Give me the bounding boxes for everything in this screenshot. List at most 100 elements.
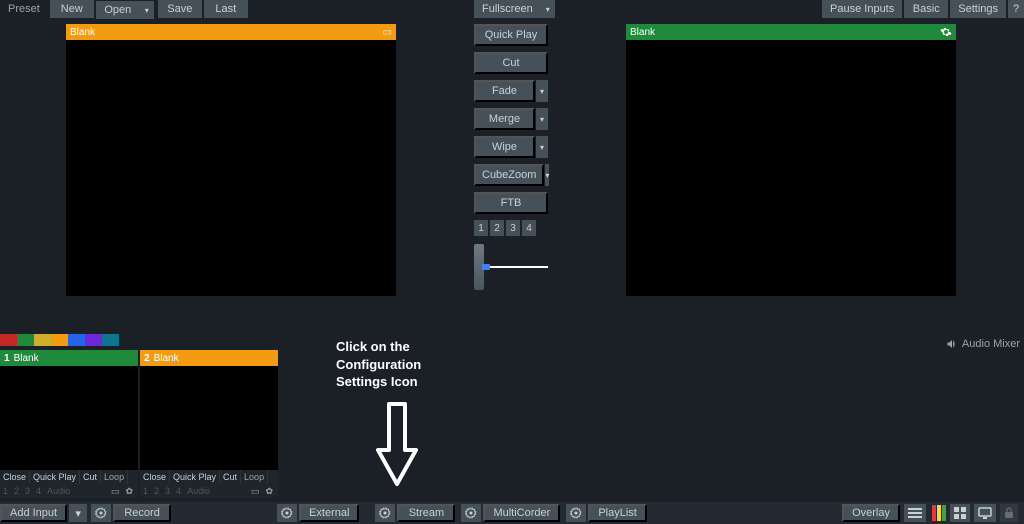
swatch-blue[interactable] xyxy=(68,334,85,346)
input-1-ov3[interactable]: 3 xyxy=(22,484,33,498)
lock-icon[interactable] xyxy=(1000,504,1018,522)
input-2: 2 Blank Close Quick Play Cut Loop 1 2 3 4… xyxy=(140,350,278,498)
open-dropdown[interactable]: ▾ xyxy=(140,1,154,19)
fade-dropdown[interactable]: ▾ xyxy=(536,80,548,102)
audio-meter xyxy=(932,505,946,521)
merge-button[interactable]: Merge xyxy=(474,108,535,130)
settings-gear-1[interactable] xyxy=(91,504,111,522)
swatch-teal[interactable] xyxy=(102,334,119,346)
input-1-ov1[interactable]: 1 xyxy=(0,484,11,498)
input-2-thumbnail[interactable] xyxy=(140,366,278,470)
program-video[interactable] xyxy=(626,40,956,296)
program-title: Blank xyxy=(630,27,940,38)
cubezoom-dropdown[interactable]: ▾ xyxy=(545,164,549,186)
input-2-audio[interactable]: Audio xyxy=(184,484,213,498)
input-2-name: Blank xyxy=(154,353,179,364)
input-1-name: Blank xyxy=(14,353,39,364)
stream-button[interactable]: Stream xyxy=(397,504,455,522)
input-1-audio[interactable]: Audio xyxy=(44,484,73,498)
swatch-purple[interactable] xyxy=(85,334,102,346)
list-icon[interactable] xyxy=(904,504,926,522)
ftb-button[interactable]: FTB xyxy=(474,192,548,214)
preview-video[interactable] xyxy=(66,40,396,296)
input-1-number: 1 xyxy=(4,353,10,364)
fullscreen-button[interactable]: Fullscreen xyxy=(474,0,541,18)
help-button[interactable]: ? xyxy=(1008,0,1024,18)
input-2-quickplay[interactable]: Quick Play xyxy=(170,470,220,484)
input-2-number: 2 xyxy=(144,353,150,364)
external-button[interactable]: External xyxy=(299,504,359,522)
program-gear-icon[interactable] xyxy=(940,26,952,38)
stream-gear-icon[interactable] xyxy=(375,504,395,522)
input-2-ov1[interactable]: 1 xyxy=(140,484,151,498)
input-1-ov4[interactable]: 4 xyxy=(33,484,44,498)
last-button[interactable]: Last xyxy=(204,0,248,18)
open-button[interactable]: Open xyxy=(96,1,140,19)
playlist-button[interactable]: PlayList xyxy=(588,504,647,522)
input-1-cut[interactable]: Cut xyxy=(80,470,101,484)
preview-title: Blank xyxy=(70,27,383,38)
input-1: 1 Blank Close Quick Play Cut Loop 1 2 3 4… xyxy=(0,350,138,498)
preset-3[interactable]: 3 xyxy=(506,220,520,236)
multicorder-button[interactable]: MultiCorder xyxy=(483,504,560,522)
audio-mixer-toggle[interactable]: Audio Mixer xyxy=(946,338,1020,350)
cubezoom-button[interactable]: CubeZoom xyxy=(474,164,544,186)
settings-button[interactable]: Settings xyxy=(950,0,1006,18)
playlist-gear-icon[interactable] xyxy=(566,504,586,522)
basic-button[interactable]: Basic xyxy=(904,0,948,18)
swatch-green[interactable] xyxy=(17,334,34,346)
input-2-loop[interactable]: Loop xyxy=(241,470,268,484)
input-2-close[interactable]: Close xyxy=(140,470,170,484)
input-1-monitor-icon[interactable]: ▭ xyxy=(109,484,122,498)
input-1-loop[interactable]: Loop xyxy=(101,470,128,484)
wipe-dropdown[interactable]: ▾ xyxy=(536,136,548,158)
input-2-ov2[interactable]: 2 xyxy=(151,484,162,498)
cut-button[interactable]: Cut xyxy=(474,52,548,74)
t-bar[interactable] xyxy=(474,244,548,290)
grid-icon[interactable] xyxy=(950,504,970,522)
save-button[interactable]: Save xyxy=(158,0,202,18)
preset-2[interactable]: 2 xyxy=(490,220,504,236)
settings-gear-2[interactable] xyxy=(277,504,297,522)
quick-play-button[interactable]: Quick Play xyxy=(474,24,548,46)
input-1-quickplay[interactable]: Quick Play xyxy=(30,470,80,484)
input-2-ov4[interactable]: 4 xyxy=(173,484,184,498)
fullscreen-dropdown[interactable]: ▾ xyxy=(541,0,555,18)
transition-presets: 1 2 3 4 xyxy=(474,220,548,236)
color-swatch-row xyxy=(0,334,119,346)
program-window: Blank xyxy=(626,24,956,296)
preview-window-icon[interactable]: ▭ xyxy=(383,27,392,38)
record-button[interactable]: Record xyxy=(113,504,171,522)
speaker-icon xyxy=(946,338,958,350)
add-input-button[interactable]: Add Input xyxy=(0,504,67,522)
multicorder-gear-icon[interactable] xyxy=(461,504,481,522)
transition-panel: Quick Play Cut Fade▾ Merge▾ Wipe▾ CubeZo… xyxy=(474,24,548,290)
preset-4[interactable]: 4 xyxy=(522,220,536,236)
input-2-cut[interactable]: Cut xyxy=(220,470,241,484)
preset-1[interactable]: 1 xyxy=(474,220,488,236)
input-1-ov2[interactable]: 2 xyxy=(11,484,22,498)
bottom-bar: Add Input ▾ Record External Stream Multi… xyxy=(0,502,1024,524)
preview-window: Blank ▭ xyxy=(66,24,396,296)
input-1-gear-icon[interactable]: ✿ xyxy=(123,484,135,498)
monitor-icon[interactable] xyxy=(974,504,996,522)
merge-dropdown[interactable]: ▾ xyxy=(536,108,548,130)
input-1-thumbnail[interactable] xyxy=(0,366,138,470)
pause-inputs-button[interactable]: Pause Inputs xyxy=(822,0,902,18)
preset-label: Preset xyxy=(0,0,48,18)
swatch-red[interactable] xyxy=(0,334,17,346)
swatch-yellow[interactable] xyxy=(34,334,51,346)
wipe-button[interactable]: Wipe xyxy=(474,136,535,158)
new-button[interactable]: New xyxy=(50,0,94,18)
input-2-monitor-icon[interactable]: ▭ xyxy=(249,484,262,498)
input-2-ov3[interactable]: 3 xyxy=(162,484,173,498)
input-2-gear-icon[interactable]: ✿ xyxy=(263,484,275,498)
overlay-button[interactable]: Overlay xyxy=(842,504,900,522)
input-row: 1 Blank Close Quick Play Cut Loop 1 2 3 4… xyxy=(0,350,278,498)
input-1-close[interactable]: Close xyxy=(0,470,30,484)
add-input-dropdown[interactable]: ▾ xyxy=(69,504,87,522)
instruction-text: Click on the Configuration Settings Icon xyxy=(336,338,421,391)
swatch-orange[interactable] xyxy=(51,334,68,346)
audio-mixer-label: Audio Mixer xyxy=(962,338,1020,350)
fade-button[interactable]: Fade xyxy=(474,80,535,102)
